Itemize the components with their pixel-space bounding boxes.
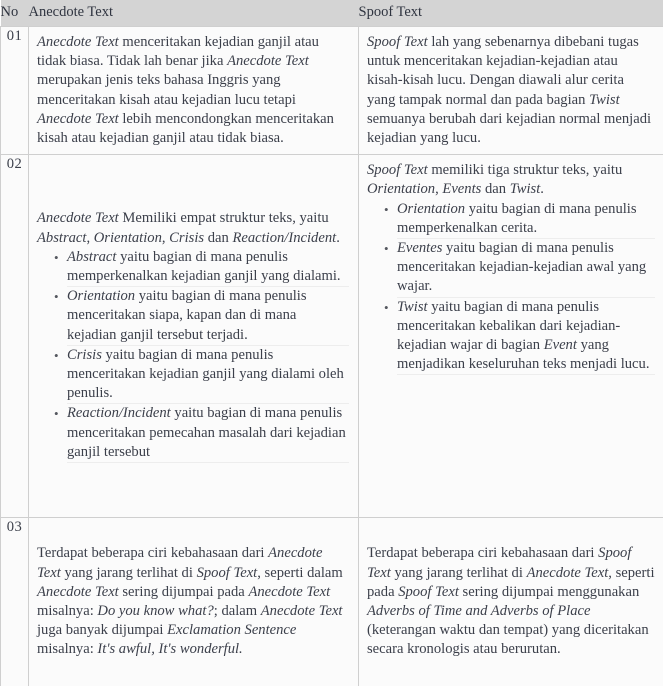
table-body: 01 Anecdote Text menceritakan kejadian g… <box>1 27 663 686</box>
cell-content: Terdapat beberapa ciri kebahasaan dari S… <box>359 544 663 659</box>
cell-content: Anecdote Text menceritakan kejadian ganj… <box>29 27 358 154</box>
structure-bullet-item: Reaction/Incident yaitu bagian di mana p… <box>67 404 349 463</box>
structure-bullet-item: Crisis yaitu bagian di mana penulis menc… <box>67 346 349 405</box>
paragraph: Terdapat beberapa ciri kebahasaan dari A… <box>37 544 349 659</box>
table-row: 01 Anecdote Text menceritakan kejadian g… <box>1 27 663 155</box>
structure-bullet-item: Eventes yaitu bagian di mana penulis men… <box>397 239 655 298</box>
cell-content: Spoof Text lah yang sebenarnya dibebani … <box>359 27 663 154</box>
header-cell-no: No <box>1 0 29 27</box>
table-row: 02 Anecdote Text Memiliki empat struktur… <box>1 155 663 518</box>
structure-bullet-list: Orientation yaitu bagian di mana penulis… <box>367 200 655 376</box>
row-number-cell: 02 <box>1 155 29 518</box>
row-spoof-cell: Terdapat beberapa ciri kebahasaan dari S… <box>359 518 663 686</box>
table-header: No Anecdote Text Spoof Text <box>1 0 663 27</box>
structure-bullet-item: Twist yaitu bagian di mana penulis mence… <box>397 298 655 376</box>
structure-intro: Spoof Text memiliki tiga struktur teks, … <box>367 161 655 199</box>
structure-bullet-item: Orientation yaitu bagian di mana penulis… <box>397 200 655 239</box>
row-anecdote-cell: Terdapat beberapa ciri kebahasaan dari A… <box>29 518 359 686</box>
row-spoof-cell: Spoof Text lah yang sebenarnya dibebani … <box>359 27 663 155</box>
structure-bullet-item: Abstract yaitu bagian di mana penulis me… <box>67 248 349 287</box>
table-row: 03 Terdapat beberapa ciri kebahasaan dar… <box>1 518 663 686</box>
paragraph: Anecdote Text menceritakan kejadian ganj… <box>37 33 349 148</box>
paragraph: Terdapat beberapa ciri kebahasaan dari S… <box>367 544 655 659</box>
cell-content: Terdapat beberapa ciri kebahasaan dari A… <box>29 544 358 659</box>
cell-content: Spoof Text memiliki tiga struktur teks, … <box>359 155 663 381</box>
comparison-table: No Anecdote Text Spoof Text 01 Anecdote … <box>0 0 663 686</box>
row-anecdote-cell: Anecdote Text menceritakan kejadian ganj… <box>29 27 359 155</box>
header-cell-anecdote: Anecdote Text <box>29 0 359 27</box>
paragraph: Spoof Text lah yang sebenarnya dibebani … <box>367 33 655 148</box>
structure-bullet-list: Abstract yaitu bagian di mana penulis me… <box>37 248 349 463</box>
cell-content: Anecdote Text Memiliki empat struktur te… <box>29 209 358 463</box>
row-anecdote-cell: Anecdote Text Memiliki empat struktur te… <box>29 155 359 518</box>
row-number-cell: 01 <box>1 27 29 155</box>
header-row: No Anecdote Text Spoof Text <box>1 0 663 27</box>
row-number-cell: 03 <box>1 518 29 686</box>
header-cell-spoof: Spoof Text <box>359 0 663 27</box>
structure-intro: Anecdote Text Memiliki empat struktur te… <box>37 209 349 247</box>
row-spoof-cell: Spoof Text memiliki tiga struktur teks, … <box>359 155 663 518</box>
structure-bullet-item: Orientation yaitu bagian di mana penulis… <box>67 287 349 346</box>
